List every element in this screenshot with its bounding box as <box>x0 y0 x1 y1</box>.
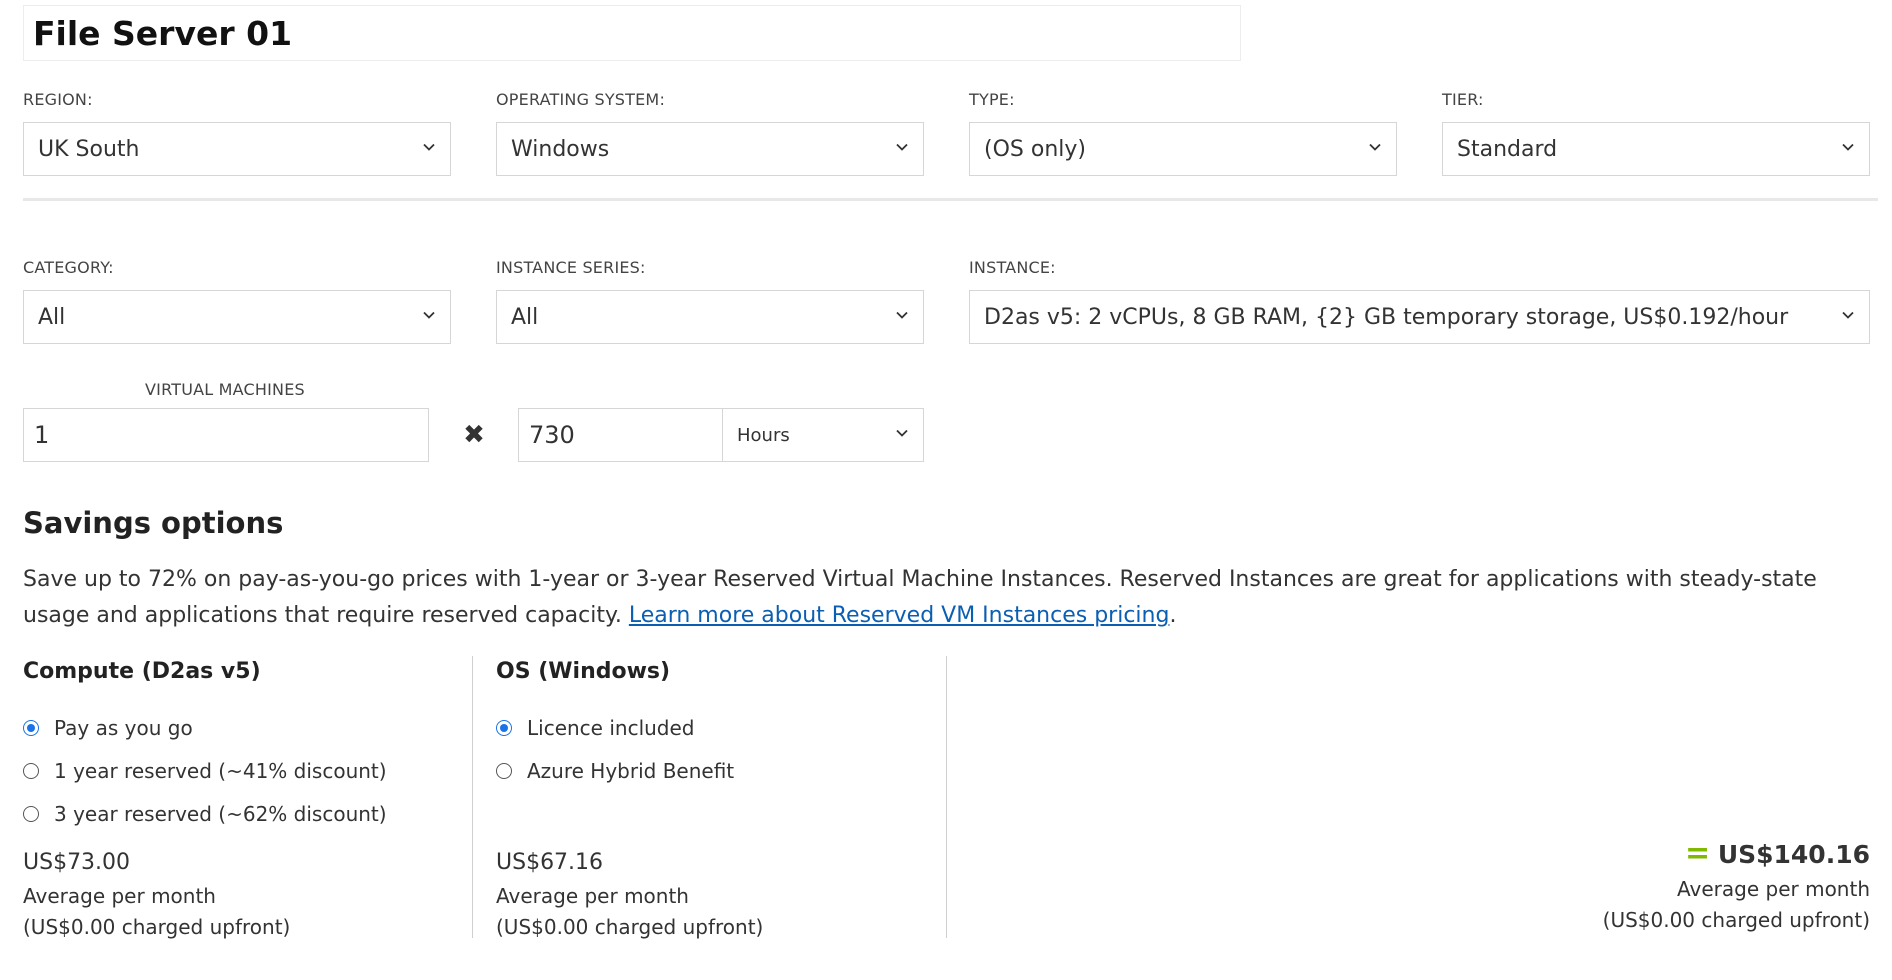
category-label: CATEGORY: <box>23 258 114 277</box>
section-divider <box>23 198 1878 201</box>
vm-count-label: VIRTUAL MACHINES <box>145 380 305 399</box>
chevron-down-icon <box>1368 140 1382 154</box>
series-select[interactable]: All <box>496 290 924 344</box>
compute-option-label: Pay as you go <box>54 716 193 740</box>
column-divider <box>472 656 473 938</box>
radio-icon[interactable] <box>496 763 512 779</box>
tier-value: Standard <box>1457 136 1558 162</box>
compute-per-month: Average per month <box>23 884 216 908</box>
reserved-pricing-link[interactable]: Learn more about Reserved VM Instances p… <box>629 603 1170 628</box>
os-price: US$67.16 <box>496 850 604 875</box>
chevron-down-icon <box>422 140 436 154</box>
radio-icon[interactable] <box>23 806 39 822</box>
compute-option-label: 1 year reserved (~41% discount) <box>54 759 387 783</box>
multiply-icon: ✖ <box>463 420 485 450</box>
category-value: All <box>38 304 66 330</box>
chevron-down-icon <box>1841 308 1855 322</box>
os-option-label: Azure Hybrid Benefit <box>527 759 735 783</box>
savings-period: . <box>1169 603 1177 628</box>
total-per-month: Average per month <box>1677 877 1870 901</box>
type-select[interactable]: (OS only) <box>969 122 1397 176</box>
hours-input[interactable]: 730 <box>518 408 723 462</box>
estimate-name-input[interactable]: File Server 01 <box>23 5 1241 61</box>
os-select[interactable]: Windows <box>496 122 924 176</box>
instance-value: D2as v5: 2 vCPUs, 8 GB RAM, {2} GB tempo… <box>984 304 1789 330</box>
chevron-down-icon <box>895 140 909 154</box>
os-value: Windows <box>511 136 610 162</box>
region-value: UK South <box>38 136 140 162</box>
region-label: REGION: <box>23 90 93 109</box>
compute-heading: Compute (D2as v5) <box>23 659 261 684</box>
os-option-label: Licence included <box>527 716 695 740</box>
tier-label: TIER: <box>1442 90 1484 109</box>
radio-icon[interactable] <box>23 763 39 779</box>
os-upfront: (US$0.00 charged upfront) <box>496 915 764 939</box>
compute-price: US$73.00 <box>23 850 131 875</box>
compute-option-label: 3 year reserved (~62% discount) <box>54 802 387 826</box>
savings-heading: Savings options <box>23 506 284 540</box>
chevron-down-icon <box>1841 140 1855 154</box>
hours-unit-select[interactable]: Hours <box>722 408 924 462</box>
instance-select[interactable]: D2as v5: 2 vCPUs, 8 GB RAM, {2} GB tempo… <box>969 290 1870 344</box>
type-label: TYPE: <box>969 90 1015 109</box>
os-heading: OS (Windows) <box>496 659 671 684</box>
radio-selected-icon[interactable] <box>496 720 512 736</box>
compute-upfront: (US$0.00 charged upfront) <box>23 915 291 939</box>
compute-option-3yr[interactable]: 3 year reserved (~62% discount) <box>23 802 387 826</box>
instance-label: INSTANCE: <box>969 258 1056 277</box>
compute-option-payg[interactable]: Pay as you go <box>23 716 193 740</box>
equals-icon: = <box>1685 836 1711 871</box>
vm-count-input[interactable]: 1 <box>23 408 429 462</box>
total-price: US$140.16 <box>1717 840 1870 869</box>
column-divider <box>946 656 947 938</box>
os-label: OPERATING SYSTEM: <box>496 90 666 109</box>
chevron-down-icon <box>895 426 909 440</box>
os-per-month: Average per month <box>496 884 689 908</box>
series-value: All <box>511 304 539 330</box>
chevron-down-icon <box>422 308 436 322</box>
os-option-hybrid[interactable]: Azure Hybrid Benefit <box>496 759 734 783</box>
category-select[interactable]: All <box>23 290 451 344</box>
series-label: INSTANCE SERIES: <box>496 258 646 277</box>
radio-selected-icon[interactable] <box>23 720 39 736</box>
region-select[interactable]: UK South <box>23 122 451 176</box>
compute-option-1yr[interactable]: 1 year reserved (~41% discount) <box>23 759 387 783</box>
os-option-licence[interactable]: Licence included <box>496 716 695 740</box>
total-upfront: (US$0.00 charged upfront) <box>1602 908 1870 932</box>
hours-unit-value: Hours <box>737 424 790 446</box>
chevron-down-icon <box>895 308 909 322</box>
savings-description: Save up to 72% on pay-as-you-go prices w… <box>23 562 1878 634</box>
type-value: (OS only) <box>984 136 1086 162</box>
tier-select[interactable]: Standard <box>1442 122 1870 176</box>
